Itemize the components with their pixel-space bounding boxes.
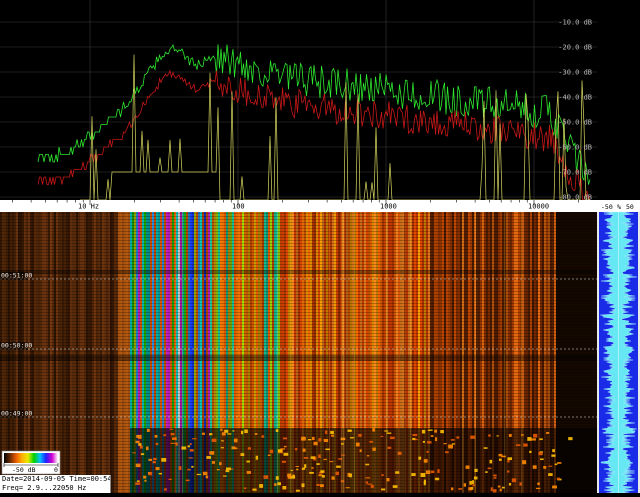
scale-max-label: 0	[54, 466, 58, 474]
spectrum-lab-window: -10.0 dB -20.0 dB -30.0 dB -40.0 dB -50.0 dB…	[0, 0, 640, 494]
freq-tick-label: 1000	[380, 203, 397, 211]
freq-tick-label: 10 Hz	[78, 203, 99, 211]
level-meter-panel: -50 % 50	[597, 0, 640, 494]
db-grid-label: -50.0 dB	[558, 119, 592, 127]
meter-scale-label: %	[617, 203, 621, 211]
color-scale-legend: -50 dB 0	[1, 450, 61, 475]
spectrum-plot[interactable]: -10.0 dB -20.0 dB -30.0 dB -40.0 dB -50.0 dB…	[0, 0, 597, 202]
status-datetime: Date=2014-09-05 Time=00:54	[0, 475, 111, 484]
meter-scale-label: 50	[626, 203, 634, 211]
db-grid-label: -20.0 dB	[558, 44, 592, 52]
time-marker-label: 00:51:00	[1, 272, 32, 280]
time-marker-label: 00:49:00	[1, 410, 32, 418]
meter-scale-label: -50	[601, 203, 613, 211]
db-grid-label: -60.0 dB	[558, 144, 592, 152]
waterfall-spectrogram[interactable]: 00:51:00 00:50:00 00:49:00	[0, 212, 598, 493]
frequency-axis: 10 Hz 100 1000 10000	[0, 200, 597, 212]
freq-tick-label: 100	[232, 203, 245, 211]
spectrum-display[interactable]: -10.0 dB -20.0 dB -30.0 dB -40.0 dB -50.0 dB…	[0, 0, 640, 494]
status-frequency-range: Freq= 2.9...22050 Hz	[0, 484, 111, 493]
time-marker-label: 00:50:00	[1, 342, 32, 350]
scale-min-label: -50 dB	[12, 466, 36, 474]
db-grid-label: -40.0 dB	[558, 94, 592, 102]
db-grid-label: -70.0 dB	[558, 169, 592, 177]
freq-tick-label: 10000	[528, 203, 549, 211]
db-grid-label: -30.0 dB	[558, 69, 592, 77]
db-grid-label: -10.0 dB	[558, 19, 592, 27]
